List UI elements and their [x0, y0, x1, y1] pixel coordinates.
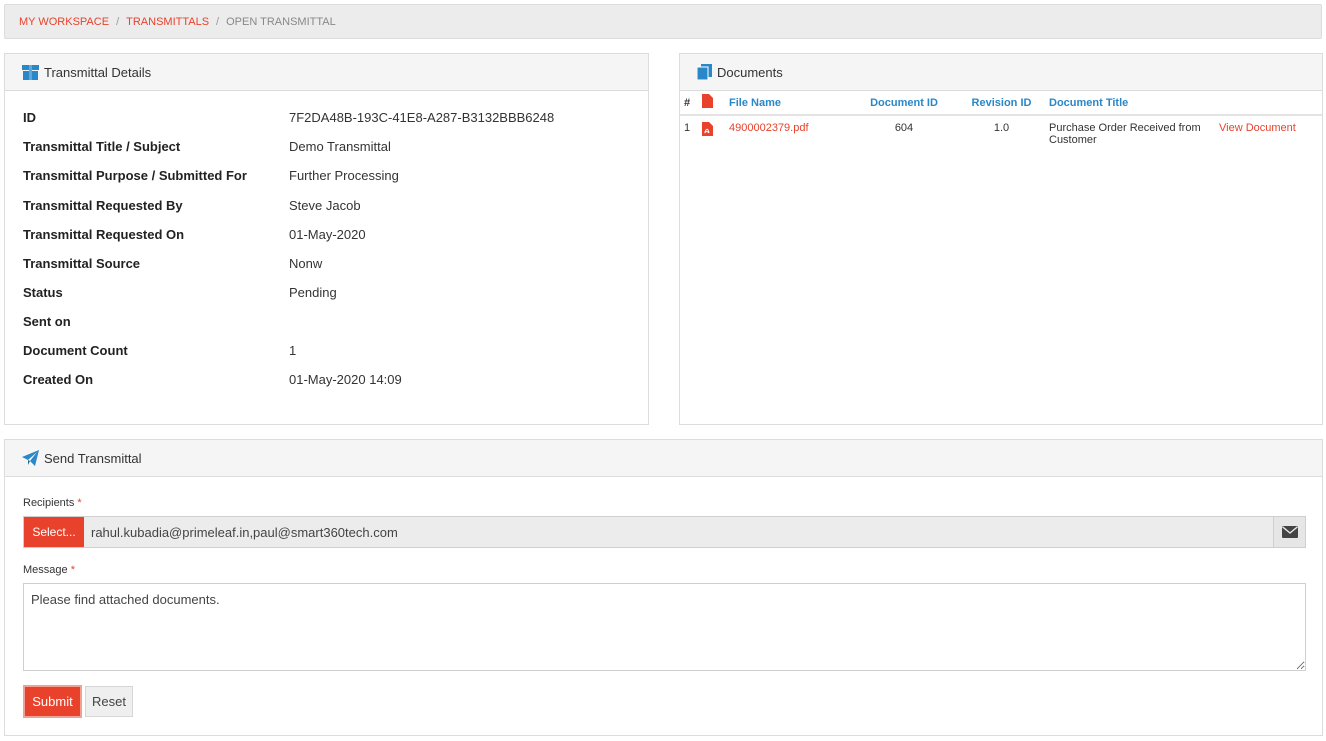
- breadcrumb-my-workspace[interactable]: MY WORKSPACE: [19, 16, 109, 28]
- send-transmittal-header: Send Transmittal: [5, 440, 1322, 477]
- documents-panel: Documents # File Name Document ID Revisi…: [679, 53, 1323, 425]
- detail-value: Steve Jacob: [289, 198, 361, 213]
- detail-value: Nonw: [289, 256, 323, 271]
- submit-button[interactable]: Submit: [23, 685, 82, 718]
- column-header-number: #: [684, 96, 691, 109]
- detail-label: Transmittal Requested By: [23, 198, 183, 213]
- recipients-label: Recipients *: [23, 497, 82, 509]
- pdf-icon: [702, 122, 713, 136]
- files-icon: [697, 64, 712, 80]
- send-transmittal-panel: Send Transmittal Recipients * Select... …: [4, 439, 1323, 736]
- envelope-icon: [1281, 526, 1298, 538]
- mail-button[interactable]: [1273, 517, 1305, 547]
- row-file-name: 4900002379.pdf: [729, 115, 854, 146]
- message-label: Message *: [23, 564, 75, 576]
- column-header-file-type: [702, 91, 729, 115]
- detail-label: Transmittal Source: [23, 256, 141, 271]
- breadcrumb-separator: /: [116, 15, 120, 28]
- documents-header: Documents: [680, 54, 1322, 91]
- row-action: View Document: [1219, 115, 1322, 146]
- column-header-document-title[interactable]: Document Title: [1049, 91, 1219, 115]
- transmittal-details-title: Transmittal Details: [44, 64, 152, 80]
- recipients-label-text: Recipients: [23, 497, 75, 509]
- detail-label: Transmittal Title / Subject: [23, 139, 181, 154]
- detail-label: Document Count: [23, 343, 128, 358]
- reset-button[interactable]: Reset: [85, 686, 133, 717]
- column-header-document-id[interactable]: Document ID: [854, 91, 954, 115]
- required-mark: *: [70, 564, 75, 576]
- row-document-title: Purchase Order Received from Customer: [1049, 122, 1201, 146]
- table-header-row: # File Name Document ID Revision ID Docu…: [680, 91, 1322, 115]
- breadcrumb-current: OPEN TRANSMITTAL: [226, 15, 336, 28]
- table-row: 1 4900002379.pdf 604 1.0 Purchase Order …: [680, 115, 1322, 146]
- row-file-type: [702, 115, 729, 146]
- breadcrumb-separator: /: [216, 15, 220, 28]
- column-header-action: [1219, 91, 1322, 115]
- paper-plane-icon: [22, 450, 39, 466]
- detail-value: Demo Transmittal: [289, 139, 391, 154]
- detail-value: 01-May-2020 14:09: [289, 372, 402, 387]
- detail-label: Status: [23, 285, 63, 300]
- detail-value: 1: [289, 343, 297, 358]
- box-icon: [22, 64, 39, 80]
- row-number: 1: [684, 122, 691, 134]
- transmittal-details-panel: Transmittal Details ID 7F2DA48B-193C-41E…: [4, 53, 649, 425]
- row-document-id: 604: [894, 122, 914, 134]
- row-revision-id: 1.0: [993, 122, 1010, 134]
- detail-label: Transmittal Requested On: [23, 227, 185, 242]
- detail-value: Pending: [289, 285, 337, 300]
- column-header-file-name[interactable]: File Name: [729, 91, 854, 115]
- message-textarea[interactable]: Please find attached documents.: [23, 583, 1306, 671]
- message-label-text: Message: [23, 564, 68, 576]
- file-icon: [702, 94, 713, 108]
- documents-title: Documents: [717, 64, 783, 80]
- detail-label: ID: [23, 110, 36, 125]
- detail-label: Transmittal Purpose / Submitted For: [23, 168, 247, 183]
- column-header-revision-id[interactable]: Revision ID: [954, 91, 1049, 115]
- recipients-input-group: Select...: [23, 516, 1306, 548]
- recipients-input[interactable]: [84, 517, 1273, 547]
- breadcrumb-transmittals[interactable]: TRANSMITTALS: [126, 16, 209, 28]
- required-mark: *: [77, 497, 82, 509]
- documents-table: # File Name Document ID Revision ID Docu…: [680, 91, 1322, 146]
- detail-value: Further Processing: [289, 168, 399, 183]
- select-recipients-button[interactable]: Select...: [24, 517, 84, 547]
- detail-label: Sent on: [23, 314, 71, 329]
- send-transmittal-title: Send Transmittal: [44, 450, 142, 466]
- detail-label: Created On: [23, 372, 94, 387]
- detail-value: 01-May-2020: [289, 227, 366, 242]
- transmittal-details-header: Transmittal Details: [5, 54, 648, 91]
- file-name-link[interactable]: 4900002379.pdf: [729, 122, 809, 134]
- breadcrumb: MY WORKSPACE / TRANSMITTALS / OPEN TRANS…: [4, 4, 1322, 39]
- view-document-link[interactable]: View Document: [1219, 122, 1296, 134]
- detail-value: 7F2DA48B-193C-41E8-A287-B3132BBB6248: [289, 110, 555, 125]
